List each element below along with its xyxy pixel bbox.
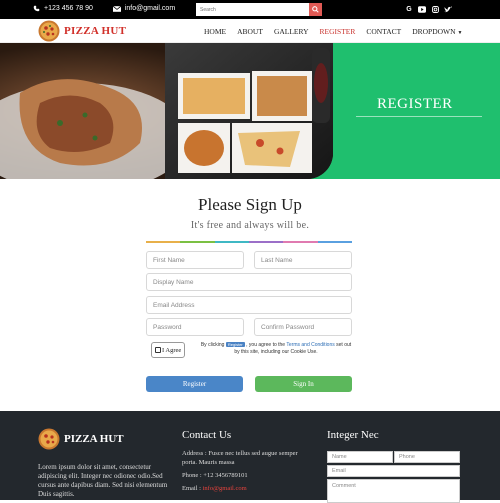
nav-menu: HOME ABOUT GALLERY REGISTER CONTACT DROP… [204,27,474,36]
hero-title-underline [356,116,482,117]
checkbox[interactable] [155,347,161,353]
nav-item-register[interactable]: REGISTER [320,27,356,36]
envelope-icon [112,5,121,12]
dropdown-label: DROPDOWN [412,27,456,36]
phone-text: +123 456 78 90 [44,5,93,12]
agree-checkbox-button[interactable]: I Agree [151,342,185,358]
twitter-icon[interactable] [443,4,453,15]
password-field[interactable]: Password [146,318,244,336]
display-name-field[interactable]: Display Name [146,273,352,291]
footer-phone: Phone : +12 3456789101 [182,472,248,479]
brand-name: PIZZA HUT [64,25,127,37]
nav-item-about[interactable]: ABOUT [237,27,263,36]
nav-item-home[interactable]: HOME [204,27,226,36]
hero-title: REGISTER [377,96,453,112]
email-text: info@gmail.com [124,5,176,12]
footer-phone-input[interactable]: Phone [394,451,460,463]
contact-info: +123 456 78 90 info@gmail.com [33,5,195,12]
search-input[interactable] [196,3,309,16]
footer-logo[interactable]: PIZZA HUT [38,428,124,450]
signup-heading: Please Sign Up [198,195,302,214]
terms-prefix: By clicking [200,342,225,348]
first-name-field[interactable]: First Name [146,251,244,269]
pizza-logo-icon [38,428,60,450]
main-navigation: PIZZA HUT HOME ABOUT GALLERY REGISTER CO… [0,19,500,43]
social-links: G [404,4,456,15]
footer-email-link[interactable]: info@gmail.com [203,485,247,492]
footer-email: Email : info@gmail.com [182,484,312,493]
register-button[interactable]: Register [146,376,243,392]
hero-food-photo [0,43,333,179]
register-badge: Register [225,342,245,347]
google-icon[interactable]: G [404,4,414,15]
footer-email-label: Email : [182,485,201,492]
instagram-icon[interactable] [430,4,440,15]
search-bar [196,3,322,16]
top-bar: +123 456 78 90 info@gmail.com G [0,0,500,19]
site-logo[interactable]: PIZZA HUT [38,20,126,42]
rainbow-divider [146,241,352,244]
footer-comment-textarea[interactable]: Comment [327,479,460,503]
email-contact[interactable]: info@gmail.com [112,5,185,12]
search-icon [312,6,319,13]
newsletter-heading: Integer Nec [327,429,379,441]
footer-contact-info: Address : Fusce nec tellus sed augue sem… [182,449,312,497]
nav-item-contact[interactable]: CONTACT [366,27,401,36]
hero-banner: REGISTER [0,43,500,179]
confirm-password-field[interactable]: Confirm Password [254,318,352,336]
footer-email-input[interactable]: Email [327,465,460,477]
pizza-logo-icon [38,20,60,42]
nav-item-dropdown[interactable]: DROPDOWN ▼ [412,27,462,36]
phone-icon [33,5,40,12]
terms-middle: , you agree to the [246,342,286,348]
nav-item-gallery[interactable]: GALLERY [274,27,309,36]
contact-heading: Contact Us [182,429,232,441]
phone-contact[interactable]: +123 456 78 90 [33,5,103,12]
youtube-icon[interactable] [417,4,427,15]
search-button[interactable] [309,3,322,16]
terms-notice: By clicking Register , you agree to the … [199,341,353,356]
footer-description: Lorem ipsum dolor sit amet, consectetur … [38,463,168,498]
signup-subheading: It's free and always will be. [190,220,310,231]
footer-address: Address : Fusce nec tellus sed augue sem… [182,450,298,466]
terms-link[interactable]: Terms and Conditions [286,342,334,348]
footer-brand-name: PIZZA HUT [64,433,124,445]
site-footer: PIZZA HUT Lorem ipsum dolor sit amet, co… [0,411,500,503]
email-field[interactable]: Email Address [146,296,352,314]
caret-down-icon: ▼ [457,31,463,36]
footer-name-input[interactable]: Name [327,451,393,463]
last-name-field[interactable]: Last Name [254,251,352,269]
agree-label: I Agree [162,346,182,354]
sign-in-button[interactable]: Sign In [255,376,352,392]
